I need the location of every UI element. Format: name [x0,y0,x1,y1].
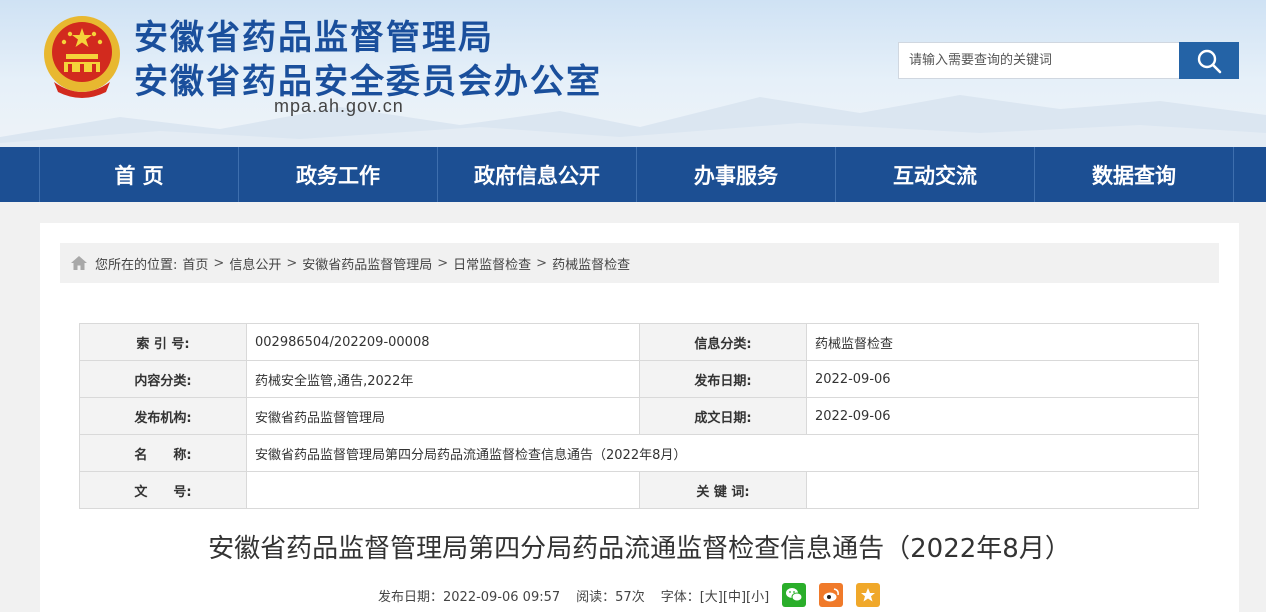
meta-label: 成文日期: [639,397,807,435]
font-size-label: 字体： [660,589,700,605]
meta-value: 安徽省药品监督管理局第四分局药品流通监督检查信息通告（2022年8月） [246,434,1199,472]
content-panel: 您所在的位置: 首页 > 信息公开 > 安徽省药品监督管理局 > 日常监督检查 … [40,223,1239,612]
meta-label: 名 称: [79,434,247,472]
nav-edge-left [0,147,39,202]
breadcrumb-prefix: 您所在的位置: [95,257,178,273]
share-weibo-button[interactable] [819,583,844,607]
share-wechat-button[interactable] [782,583,807,607]
search-button[interactable] [1179,42,1239,79]
meta-label: 关 键 词: [639,471,807,509]
meta-value [806,471,1199,509]
meta-value: 2022-09-06 [806,397,1199,435]
nav-item-interaction[interactable]: 互动交流 [836,147,1034,202]
meta-label: 信息分类: [639,323,807,361]
breadcrumb-link-inspection[interactable]: 日常监督检查 [453,254,531,273]
meta-label: 内容分类: [79,360,247,398]
nav-item-data-query[interactable]: 数据查询 [1035,147,1233,202]
meta-value [246,471,640,509]
meta-value: 002986504/202209-00008 [246,323,640,361]
meta-value: 2022-09-06 [806,360,1199,398]
table-row: 名 称: 安徽省药品监督管理局第四分局药品流通监督检查信息通告（2022年8月） [79,434,1199,472]
article-view-count: 阅读：57次 [576,589,645,605]
search-input[interactable] [898,42,1180,79]
breadcrumb: 您所在的位置: 首页 > 信息公开 > 安徽省药品监督管理局 > 日常监督检查 … [60,243,1219,283]
breadcrumb-separator: > [286,255,298,271]
site-domain: mpa.ah.gov.cn [274,96,404,116]
meta-value: 安徽省药品监督管理局 [246,397,640,435]
nav-item-info-disclosure[interactable]: 政府信息公开 [438,147,636,202]
meta-label: 索 引 号: [79,323,247,361]
table-row: 文 号: 关 键 词: [79,471,1199,509]
article-title: 安徽省药品监督管理局第四分局药品流通监督检查信息通告（2022年8月） [208,534,1071,564]
breadcrumb-separator: > [437,255,449,271]
favorite-button[interactable] [856,583,881,607]
table-row: 索 引 号: 002986504/202209-00008 信息分类: 药械监督… [79,323,1199,361]
main-nav: 首 页 政务工作 政府信息公开 办事服务 互动交流 数据查询 [0,147,1266,202]
breadcrumb-separator: > [213,255,225,271]
weibo-icon [823,588,840,602]
nav-item-home[interactable]: 首 页 [40,147,238,202]
meta-value: 药械监督检查 [806,323,1199,361]
document-meta-table: 索 引 号: 002986504/202209-00008 信息分类: 药械监督… [79,323,1199,509]
article-publish-date: 发布日期：2022-09-06 09:57 [378,589,561,605]
nav-item-government-affairs[interactable]: 政务工作 [239,147,437,202]
font-size-small-button[interactable]: [小] [746,586,769,605]
breadcrumb-separator: > [536,255,548,271]
site-header: 安徽省药品监督管理局 安徽省药品安全委员会办公室 mpa.ah.gov.cn [0,0,1266,147]
search-icon [1197,49,1222,73]
meta-value: 药械安全监管,通告,2022年 [246,360,640,398]
table-row: 发布机构: 安徽省药品监督管理局 成文日期: 2022-09-06 [79,397,1199,435]
home-icon [71,256,87,270]
font-size-large-button[interactable]: [大] [700,586,723,605]
meta-label: 发布日期: [639,360,807,398]
star-icon [861,588,876,602]
font-size-medium-button[interactable]: [中] [723,586,746,605]
article-meta-bar: 发布日期：2022-09-06 09:57 阅读：57次 字体： [大] [中]… [378,580,881,610]
nav-item-services[interactable]: 办事服务 [637,147,835,202]
breadcrumb-link-device-inspection[interactable]: 药械监督检查 [552,254,630,273]
meta-label: 文 号: [79,471,247,509]
site-title-primary: 安徽省药品监督管理局 [134,18,494,58]
nav-divider [1233,147,1234,202]
wechat-icon [786,588,803,602]
table-row: 内容分类: 药械安全监管,通告,2022年 发布日期: 2022-09-06 [79,360,1199,398]
meta-label: 发布机构: [79,397,247,435]
breadcrumb-link-bureau[interactable]: 安徽省药品监督管理局 [302,254,432,273]
breadcrumb-link-home[interactable]: 首页 [182,254,208,273]
national-emblem-icon [44,16,120,98]
breadcrumb-link-info[interactable]: 信息公开 [229,254,281,273]
